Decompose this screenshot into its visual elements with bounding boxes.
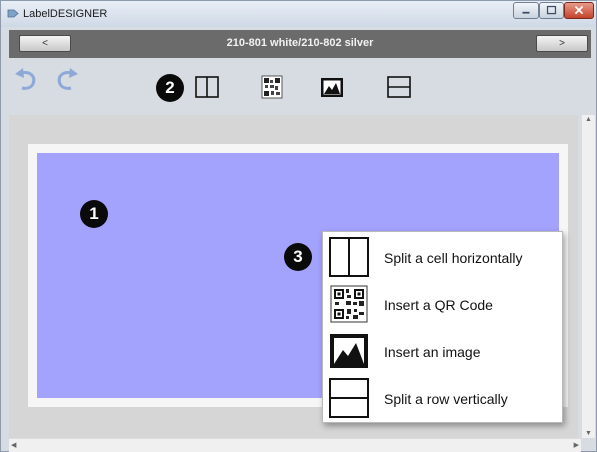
split-cell-horizontal-icon [329,237,369,277]
app-window: LabelDESIGNER < 210-801 white/210-802 si… [0,0,597,452]
scroll-down-arrow-icon[interactable]: ▼ [585,430,592,437]
scroll-up-arrow-icon[interactable]: ▲ [585,116,592,123]
qr-code-icon[interactable] [258,73,288,103]
title-bar: LabelDESIGNER [1,1,596,27]
split-row-vertical-icon[interactable] [384,73,414,103]
maximize-button[interactable] [539,2,564,19]
app-logo-icon [7,9,19,18]
close-button[interactable] [564,2,594,19]
menu-item-split-row-vertically[interactable]: Split a row vertically [323,375,562,421]
menu-item-label: Insert an image [384,344,481,360]
vertical-scrollbar[interactable]: ▲ ▼ [581,115,595,438]
menu-item-label: Split a row vertically [384,391,508,407]
scroll-left-arrow-icon[interactable]: ◀ [11,441,16,449]
menu-item-insert-qr-code[interactable]: Insert a QR Code [323,281,562,327]
image-icon [330,334,368,368]
menu-item-label: Insert a QR Code [384,297,493,313]
menu-item-insert-image[interactable]: Insert an image [323,328,562,374]
insert-context-menu: Split a cell horizontally Insert a QR Co… [322,231,563,423]
callout-badge-1: 1 [80,200,108,228]
split-row-vertical-icon [329,378,369,418]
minimize-icon [522,11,530,14]
callout-badge-3: 3 [284,243,312,271]
previous-label-button[interactable]: < [19,35,71,52]
menu-item-label: Split a cell horizontally [384,250,523,266]
header-bar: < 210-801 white/210-802 silver > [9,30,591,58]
qr-code-icon [330,285,368,323]
callout-badge-2: 2 [156,74,184,102]
maximize-icon [546,5,557,15]
redo-icon[interactable] [51,66,81,96]
undo-icon[interactable] [12,66,42,96]
scroll-right-arrow-icon[interactable]: ▶ [574,441,579,449]
minimize-button[interactable] [513,2,539,19]
image-icon[interactable] [317,73,347,103]
window-title: LabelDESIGNER [23,8,108,20]
next-label-button[interactable]: > [536,35,588,52]
close-icon [574,5,584,15]
document-title: 210-801 white/210-802 silver [226,37,374,49]
split-cell-horizontal-icon[interactable] [192,73,222,103]
horizontal-scrollbar[interactable]: ◀ ▶ [9,438,581,452]
menu-item-split-cell-horizontally[interactable]: Split a cell horizontally [323,234,562,280]
